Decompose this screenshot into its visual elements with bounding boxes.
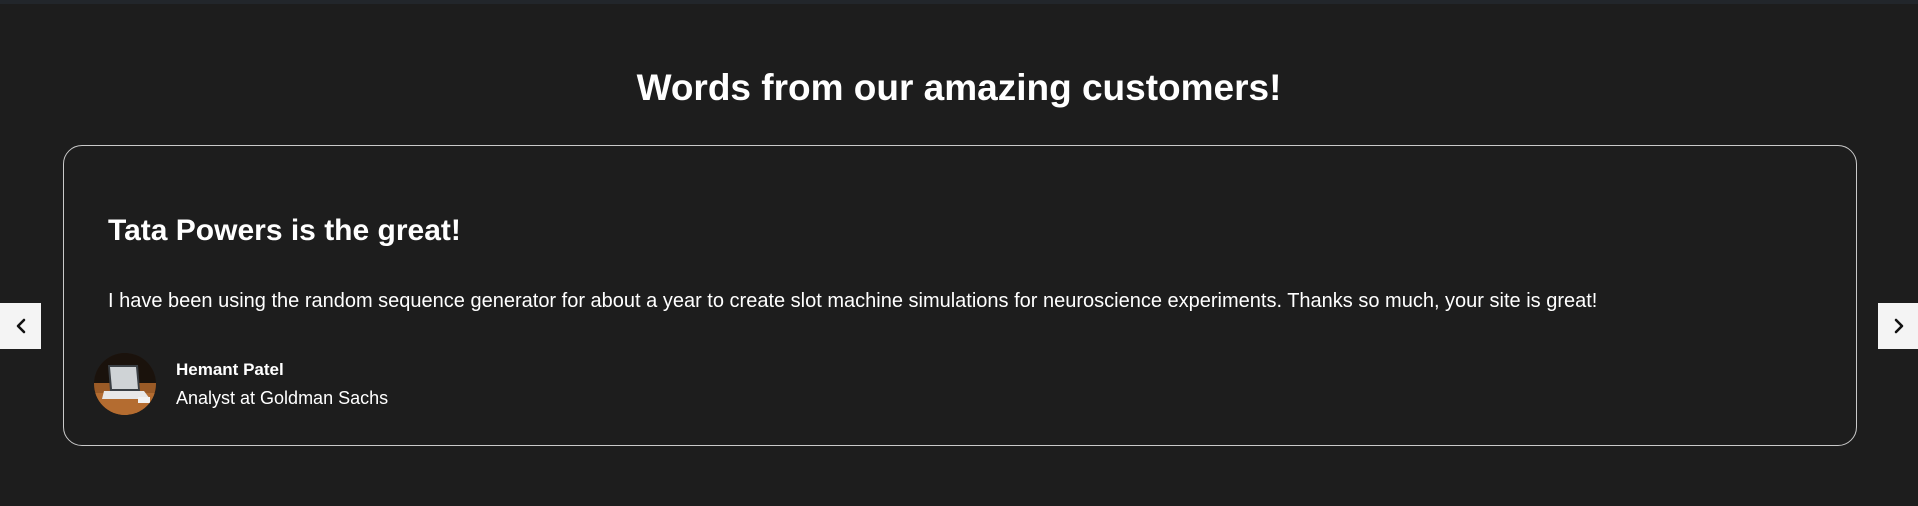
top-divider xyxy=(0,0,1918,4)
testimonial-heading: Tata Powers is the great! xyxy=(108,214,461,247)
author-avatar xyxy=(94,353,156,415)
chevron-right-icon xyxy=(1893,318,1905,334)
carousel-prev-button[interactable] xyxy=(0,303,41,349)
section-title: Words from our amazing customers! xyxy=(636,67,1282,108)
chevron-left-icon xyxy=(15,318,27,334)
author-role: Analyst at Goldman Sachs xyxy=(176,388,389,408)
testimonial-quote: I have been using the random sequence ge… xyxy=(108,290,1598,312)
author-name: Hemant Patel xyxy=(176,360,284,379)
carousel-next-button[interactable] xyxy=(1878,303,1918,349)
testimonial-card: Tata Powers is the great! I have been us… xyxy=(63,145,1857,446)
